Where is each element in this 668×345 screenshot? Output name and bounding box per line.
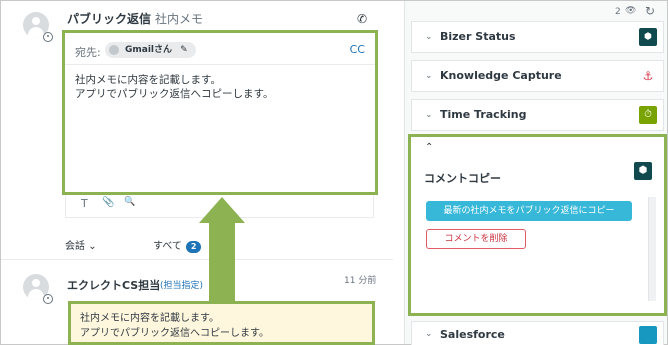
all-filter[interactable]: すべて 2 [153, 237, 202, 253]
assign-link[interactable]: (担当指定) [160, 278, 203, 291]
user-badge-icon [43, 294, 53, 304]
app-time-tracking[interactable]: ⌄ Time Tracking ⏱ [411, 99, 664, 131]
app-name: Salesforce [440, 328, 505, 341]
reply-composer[interactable]: 宛先: Gmailさん ✎ CC 社内メモに内容を記載します。 アプリでパブリッ… [62, 30, 378, 195]
tab-public-reply[interactable]: パブリック返信 [67, 10, 152, 32]
copy-note-button[interactable]: 最新の社内メモをパブリック返信にコピー [426, 201, 632, 221]
user-badge-icon [43, 32, 53, 42]
recipient-avatar [109, 45, 119, 55]
knowledge-capture-logo-icon: ⚓ [642, 69, 654, 83]
bizer-logo-icon: ⬢ [639, 28, 657, 46]
comment-author[interactable]: エクレクトCS担当 [67, 277, 160, 293]
comment-time: 11 分前 [344, 276, 377, 286]
conversation-pane: パブリック返信 社内メモ ✆ 宛先: Gmailさん ✎ CC 社内メモに内容を… [1, 1, 393, 345]
app-salesforce[interactable]: ⌄ Salesforce [411, 321, 664, 345]
app-comment-copy: ⌃ コメントコピー ⬢ 最新の社内メモをパブリック返信にコピー コメントを削除 [408, 134, 667, 316]
all-count-badge: 2 [185, 241, 202, 253]
delete-comment-button[interactable]: コメントを削除 [426, 229, 526, 249]
app-name: Knowledge Capture [440, 69, 562, 82]
internal-note-comment: 社内メモに内容を記載します。 アプリでパブリック返信へコピーします。 [68, 301, 375, 345]
text-format-icon[interactable]: T [81, 197, 88, 210]
recipient-row: 宛先: Gmailさん ✎ CC [65, 37, 375, 65]
tab-internal-note[interactable]: 社内メモ [155, 10, 203, 27]
apps-sidebar: 2 👁 ↻ ⌄ Bizer Status ⬢ ⌄ Knowledge Captu… [404, 1, 668, 345]
chevron-up-icon[interactable]: ⌃ [425, 142, 433, 153]
recipient-chip[interactable]: Gmailさん ✎ [105, 42, 196, 58]
conversation-filter[interactable]: 会話 ⌄ [65, 237, 97, 252]
eye-icon: 👁 [625, 6, 637, 16]
comment-copy-logo-icon: ⬢ [634, 162, 652, 180]
pencil-icon[interactable]: ✎ [180, 45, 188, 55]
search-icon[interactable]: 🔍 [124, 197, 135, 207]
conversation-filter-label: 会話 [65, 241, 85, 252]
app-name: Bizer Status [440, 30, 516, 43]
salesforce-logo-icon [639, 326, 657, 344]
attachment-icon[interactable]: 📎 [102, 197, 114, 208]
reply-tabs: パブリック返信 社内メモ [67, 10, 377, 32]
app-knowledge-capture[interactable]: ⌄ Knowledge Capture ⚓ [411, 60, 664, 92]
refresh-icon[interactable]: ↻ [645, 4, 655, 18]
cc-button[interactable]: CC [350, 43, 365, 56]
chevron-down-icon[interactable]: ⌄ [425, 329, 433, 339]
composer-body[interactable]: 社内メモに内容を記載します。 アプリでパブリック返信へコピーします。 [75, 73, 365, 101]
divider [1, 259, 393, 260]
phone-icon[interactable]: ✆ [357, 12, 367, 26]
app-name: Time Tracking [440, 108, 527, 121]
chevron-down-icon[interactable]: ⌄ [425, 71, 433, 81]
sidebar-topbar: 2 👁 ↻ [405, 1, 668, 23]
recipient-name: Gmailさん [125, 45, 173, 55]
scrollbar[interactable] [648, 197, 656, 301]
to-label: 宛先: [75, 46, 101, 59]
chevron-down-icon[interactable]: ⌄ [425, 110, 433, 120]
chevron-down-icon[interactable]: ⌄ [425, 32, 433, 42]
all-filter-label: すべて [153, 241, 182, 252]
timer-logo-icon: ⏱ [639, 106, 657, 124]
highlight-arrow-shaft [209, 223, 235, 303]
chevron-down-icon: ⌄ [88, 241, 97, 252]
comment-copy-title: コメントコピー [424, 172, 501, 185]
app-bizer-status[interactable]: ⌄ Bizer Status ⬢ [411, 21, 664, 53]
viewer-count: 2 [615, 7, 621, 17]
highlight-arrow-head [199, 197, 245, 223]
